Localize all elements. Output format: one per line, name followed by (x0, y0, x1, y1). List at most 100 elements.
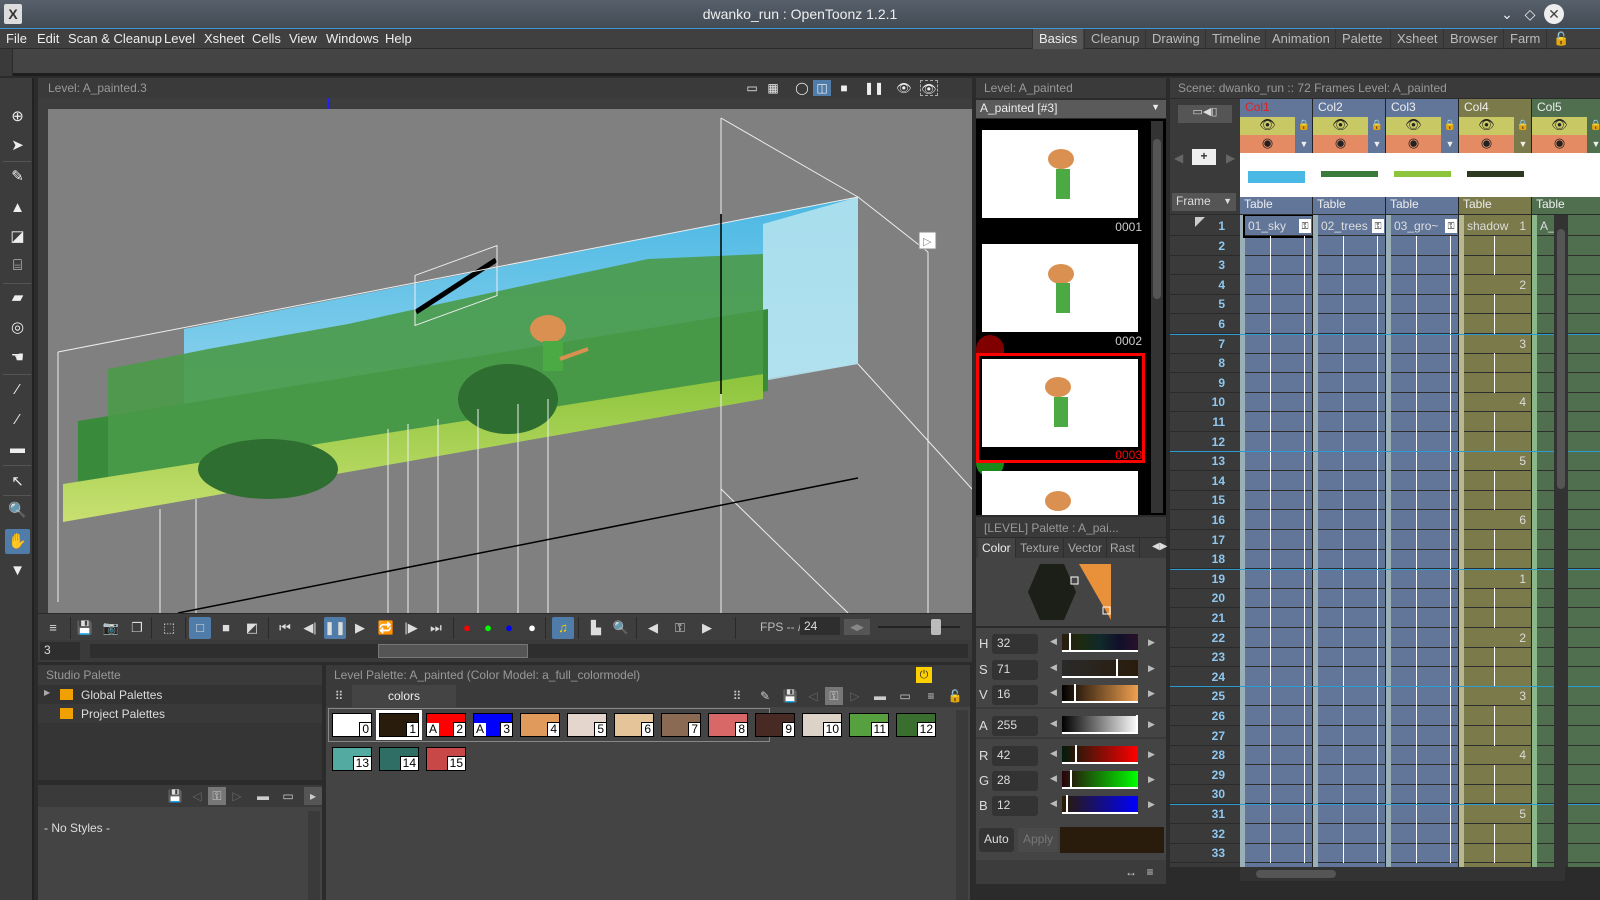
style-chip-3[interactable]: A3 (473, 713, 513, 737)
xsheet-cell[interactable] (1391, 647, 1459, 668)
xsheet-cell[interactable] (1391, 510, 1459, 530)
slider-handle[interactable] (1065, 795, 1068, 814)
prev-icon[interactable]: ◀ (1174, 151, 1183, 165)
xsheet-cell[interactable] (1537, 549, 1600, 570)
style-chip-14[interactable]: 14 (379, 747, 419, 771)
xsheet-cell[interactable] (1245, 294, 1313, 315)
xsheet-cell[interactable] (1391, 764, 1459, 785)
compare-icon[interactable]: ❐ (126, 617, 148, 639)
tabs-scroll-icon[interactable]: ◀▶ (1152, 541, 1167, 552)
xsheet-cell[interactable] (1391, 568, 1459, 589)
xsheet-cell[interactable] (1391, 333, 1459, 354)
locator-icon[interactable]: 🔍 (610, 617, 632, 639)
column-header-col3[interactable]: Col3 👁 🔒 ◉ ▼ Table (1386, 99, 1459, 214)
xsheet-cell[interactable] (1245, 608, 1313, 628)
save-palette-icon[interactable]: 💾 (781, 687, 799, 705)
pegbar-label[interactable]: Table (1532, 195, 1600, 214)
xsheet-cell[interactable] (1318, 314, 1386, 334)
xsheet-cell[interactable]: 5 (1464, 804, 1532, 824)
xsheet-cell[interactable] (1464, 725, 1532, 746)
xsheet-cell[interactable] (1537, 843, 1600, 864)
style-chip-7[interactable]: 7 (661, 713, 701, 737)
frame-row-number[interactable]: 7 (1170, 334, 1240, 354)
xsheet-cell[interactable] (1464, 843, 1532, 864)
next-key-icon[interactable]: ▶ (696, 617, 718, 639)
xsheet-cell[interactable] (1245, 804, 1313, 824)
xsheet-cell[interactable] (1245, 274, 1313, 295)
xsheet-cell[interactable] (1391, 666, 1459, 687)
channel-value-field[interactable]: 32 (992, 634, 1038, 654)
xsheet-cell[interactable] (1464, 353, 1532, 374)
xsheet-cell[interactable] (1537, 745, 1600, 766)
xsheet-cell[interactable] (1537, 628, 1600, 648)
pegbar-label[interactable]: Table (1313, 195, 1386, 214)
brush-tool-icon[interactable]: ✎ (5, 164, 30, 189)
auto-button[interactable]: Auto (979, 828, 1014, 852)
xsheet-cell[interactable] (1391, 823, 1459, 844)
room-cleanup[interactable]: Cleanup (1084, 29, 1145, 49)
column-config-dropdown-icon[interactable]: ▼ (1368, 135, 1386, 153)
room-animation[interactable]: Animation (1265, 29, 1336, 49)
xsheet-cell[interactable] (1245, 392, 1313, 413)
column-config-dropdown-icon[interactable]: ▼ (1587, 135, 1600, 153)
xsheet-cell[interactable] (1464, 784, 1532, 805)
increment-arrow-icon[interactable]: ▶ (1148, 774, 1155, 785)
xsheet-cell[interactable] (1391, 274, 1459, 295)
column-thumbnail-area[interactable] (1532, 153, 1600, 197)
xsheet-cell[interactable] (1318, 470, 1386, 491)
xsheet-cell[interactable] (1391, 451, 1459, 472)
xsheet-cell[interactable] (1391, 706, 1459, 726)
xsheet-cell[interactable]: 03_gro~ ⚿ (1391, 216, 1459, 236)
xsheet-cell[interactable] (1464, 588, 1532, 609)
freeze-icon[interactable]: ❚❚ (864, 80, 884, 96)
lock-toggle-icon[interactable]: 🔒 (1295, 117, 1313, 135)
xsheet-cell[interactable] (1464, 470, 1532, 491)
xsheet-cell[interactable] (1537, 255, 1600, 276)
first-frame-icon[interactable]: ⏮ (274, 617, 296, 639)
more-tools-chevron-icon[interactable]: ▼ (5, 558, 30, 583)
freeze-palette-icon[interactable]: ⏻ (916, 667, 932, 683)
preview-visible-toggle-icon[interactable]: 👁 (1459, 117, 1514, 135)
slider-handle[interactable] (1136, 715, 1138, 734)
xsheet-cell[interactable] (1537, 686, 1600, 707)
pause-icon[interactable]: ❚❚ (324, 617, 346, 639)
xsheet-cell[interactable] (1391, 784, 1459, 805)
xsheet-cell[interactable] (1537, 726, 1600, 746)
camstand-visible-toggle-icon[interactable]: ◉ (1459, 135, 1514, 153)
xsheet-cell[interactable] (1537, 765, 1600, 785)
frame-slider[interactable] (90, 644, 968, 658)
decrement-arrow-icon[interactable]: ◀ (1050, 798, 1057, 809)
xsheet-cell[interactable] (1537, 647, 1600, 668)
xsheet-cell[interactable] (1391, 372, 1459, 393)
room-browser[interactable]: Browser (1443, 29, 1504, 49)
xsheet-cell[interactable] (1391, 294, 1459, 315)
safe-area-icon[interactable]: ▭ (743, 80, 761, 96)
preview-visible-toggle-icon[interactable]: 👁 (1386, 117, 1441, 135)
xsheet-cell[interactable] (1245, 235, 1313, 256)
save-icon[interactable]: 💾 (74, 617, 96, 639)
finger-tool-icon[interactable]: ☚ (5, 345, 30, 370)
lock-toggle-icon[interactable]: 🔒 (1441, 117, 1459, 135)
play-icon[interactable]: ▶ (349, 617, 371, 639)
style-picker-tool-icon[interactable]: ⁄ (5, 377, 30, 402)
frame-row-number[interactable]: 1 (1170, 216, 1240, 236)
xsheet-cell[interactable] (1464, 608, 1532, 628)
frame-row-number[interactable]: 13 (1170, 451, 1240, 472)
frame-field[interactable]: 3 (40, 642, 80, 660)
preview-icon[interactable]: 👁 (895, 80, 913, 96)
vertical-ruler[interactable] (38, 109, 48, 613)
menu-arrow-icon[interactable]: ▸ (304, 787, 322, 805)
xsheet-cell[interactable] (1245, 843, 1313, 864)
xsheet-cell[interactable] (1537, 471, 1600, 491)
xsheet-cell[interactable] (1464, 823, 1532, 844)
xsheet-cell[interactable] (1537, 667, 1600, 687)
xsheet-cell[interactable] (1318, 686, 1386, 707)
xsheet-cell[interactable] (1245, 549, 1313, 570)
frame-slider-handle[interactable] (378, 644, 528, 658)
channel-slider[interactable] (1062, 770, 1138, 789)
menu-scan-cleanup[interactable]: Scan & Cleanup (68, 31, 162, 46)
name-editor-icon[interactable]: ⠿ (728, 687, 746, 705)
xsheet-cell[interactable] (1537, 608, 1600, 628)
xsheet-cell[interactable] (1391, 804, 1459, 824)
xsheet-cell[interactable] (1391, 490, 1459, 511)
